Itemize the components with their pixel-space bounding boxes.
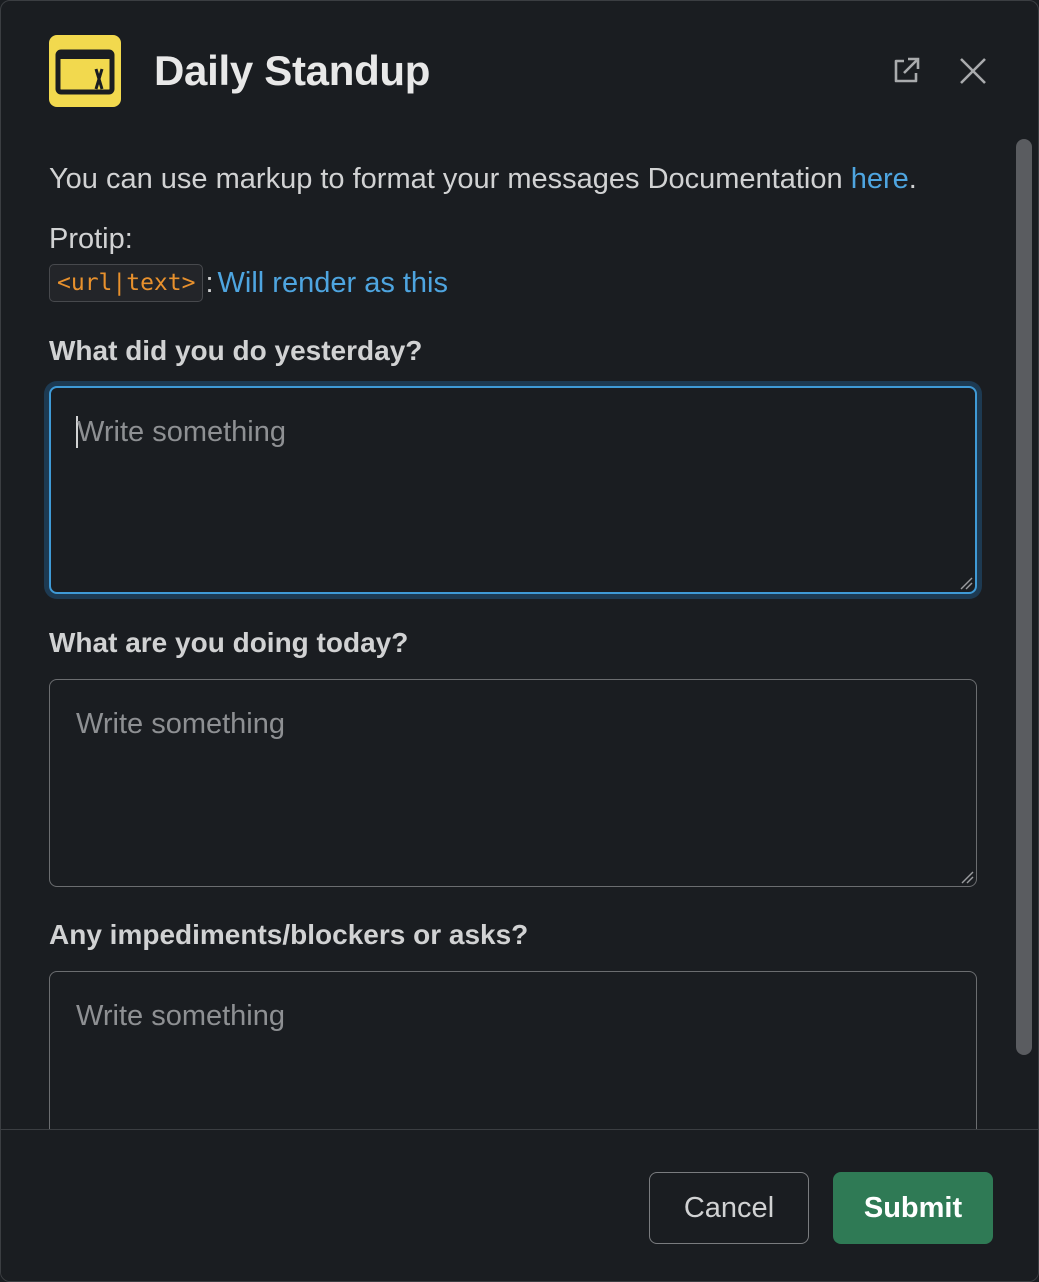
markup-code-sample: <url|text> [49, 264, 204, 302]
protip-label: Protip: [49, 223, 133, 255]
external-link-icon [894, 57, 920, 83]
scrollbar-thumb[interactable] [1016, 139, 1032, 1055]
scrollbar[interactable] [1016, 139, 1032, 1055]
standup-modal: Daily Standup You can use markup to form… [0, 0, 1039, 1282]
today-placeholder: Write something [76, 708, 285, 740]
modal-header: Daily Standup [1, 1, 1038, 141]
intro-text-before: You can use markup to format your messag… [49, 163, 851, 195]
example-render-link[interactable]: Will render as this [218, 267, 448, 300]
resize-grip-icon[interactable] [960, 870, 974, 884]
documentation-link[interactable]: here [851, 163, 909, 195]
open-external-button[interactable] [886, 51, 926, 91]
protip-example: <url|text> : Will render as this [49, 263, 448, 303]
today-textarea[interactable]: Write something [49, 679, 977, 887]
intro-text: You can use markup to format your messag… [49, 161, 989, 197]
submit-button[interactable]: Submit [833, 1172, 993, 1244]
yesterday-placeholder: Write something [77, 416, 286, 448]
resize-grip-icon[interactable] [959, 576, 973, 590]
field-label-today: What are you doing today? [49, 627, 409, 658]
close-button[interactable] [953, 51, 993, 91]
cancel-button[interactable]: Cancel [649, 1172, 809, 1244]
intro-text-after: . [908, 163, 917, 195]
yesterday-textarea[interactable]: Write something [49, 386, 977, 594]
protip-separator: : [205, 266, 214, 299]
modal-footer: Cancel Submit [1, 1129, 1038, 1281]
close-icon [960, 58, 986, 84]
modal-body: You can use markup to format your messag… [1, 141, 1016, 1129]
app-window-icon [49, 35, 121, 107]
field-label-yesterday: What did you do yesterday? [49, 335, 423, 366]
blockers-placeholder: Write something [76, 1000, 285, 1032]
blockers-textarea[interactable]: Write something [49, 971, 977, 1129]
field-label-blockers: Any impediments/blockers or asks? [49, 919, 529, 950]
modal-title: Daily Standup [154, 47, 431, 94]
